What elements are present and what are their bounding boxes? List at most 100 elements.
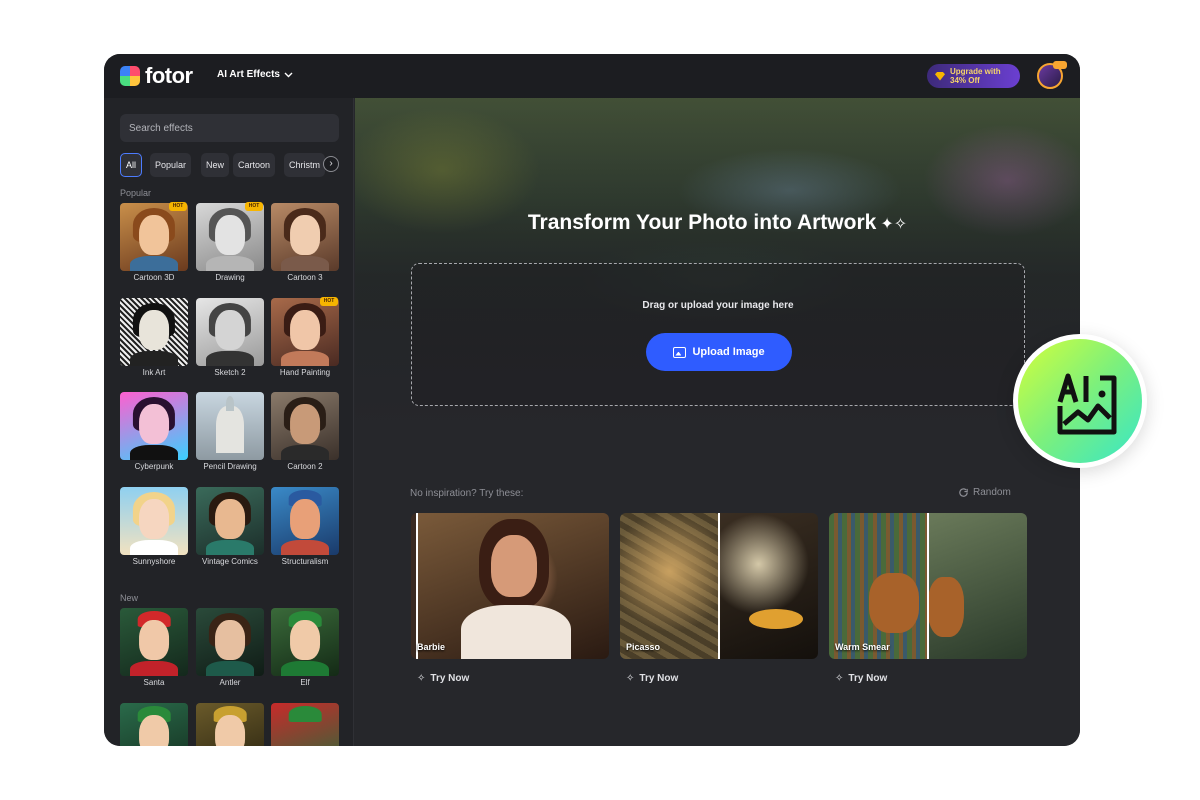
after-half xyxy=(719,513,818,659)
upload-image-button[interactable]: Upload Image xyxy=(646,333,792,371)
logo-icon xyxy=(120,66,140,86)
effect-hand-painting[interactable]: HOT Hand Painting xyxy=(271,297,339,377)
refresh-icon xyxy=(959,488,968,497)
random-button[interactable]: Random xyxy=(958,487,1011,498)
effect-thumbnail xyxy=(271,203,339,271)
app-window: fotor AI Art Effects Upgrade with 34% Of… xyxy=(104,54,1080,746)
effect-cyberpunk[interactable]: Cyberpunk xyxy=(120,392,188,471)
sample-label: Picasso xyxy=(626,642,661,652)
diamond-icon xyxy=(935,71,945,81)
sample-label: Barbie xyxy=(417,642,446,652)
effect-antler[interactable]: Antler xyxy=(196,608,264,687)
filter-chip-all[interactable]: All xyxy=(120,153,143,177)
hot-badge: HOT xyxy=(245,202,263,211)
filter-chip-christmas[interactable]: Christm xyxy=(284,153,325,177)
effect-name: Santa xyxy=(143,678,165,687)
effect-thumbnail xyxy=(120,608,188,676)
upload-dropzone[interactable]: Drag or upload your image here Upload Im… xyxy=(411,263,1025,406)
sample-card-picasso[interactable]: Picasso xyxy=(620,513,818,659)
effects-sidebar: All Popular New Cartoon Christm › Popula… xyxy=(104,98,354,746)
effect-name: Sketch 2 xyxy=(214,368,246,377)
effect-thumbnail xyxy=(196,392,264,460)
sample-card-warm-smear[interactable]: Warm Smear xyxy=(829,513,1027,659)
effect-thumbnail xyxy=(271,392,339,460)
magic-wand-icon: ✧ xyxy=(835,673,844,684)
effect-card[interactable] xyxy=(120,703,188,746)
effect-thumbnail xyxy=(120,298,188,366)
upgrade-label: Upgrade with 34% Off xyxy=(950,67,1001,85)
try-now-label: Try Now xyxy=(639,673,679,684)
after-half xyxy=(417,513,609,659)
effect-name: Cartoon 2 xyxy=(287,462,323,471)
effect-sunnyshore[interactable]: Sunnyshore xyxy=(120,487,188,566)
effect-thumbnail xyxy=(120,392,188,460)
effect-name: Ink Art xyxy=(142,368,166,377)
filter-chip-popular[interactable]: Popular xyxy=(150,153,192,177)
effect-cartoon-3[interactable]: Cartoon 3 xyxy=(271,203,339,282)
filter-chips: All Popular New Cartoon Christm xyxy=(120,153,340,177)
try-now-button-barbie[interactable]: ✧ Try Now xyxy=(417,673,469,684)
try-now-button-picasso[interactable]: ✧ Try Now xyxy=(626,673,678,684)
drop-instructions: Drag or upload your image here xyxy=(642,300,794,311)
hot-badge: HOT xyxy=(169,202,187,211)
effect-sketch-2[interactable]: Sketch 2 xyxy=(196,298,264,377)
effect-structuralism[interactable]: Structuralism xyxy=(271,487,339,566)
inspiration-label: No inspiration? Try these: xyxy=(410,488,524,499)
sparkle-icon: ✦✧ xyxy=(880,216,908,233)
effect-name: Antler xyxy=(219,678,241,687)
effect-name: Sunnyshore xyxy=(132,557,176,566)
effect-thumbnail xyxy=(120,703,188,746)
effect-thumbnail xyxy=(196,298,264,366)
try-now-button-warm-smear[interactable]: ✧ Try Now xyxy=(835,673,887,684)
sample-card-barbie[interactable]: Barbie xyxy=(411,513,609,659)
effect-drawing[interactable]: HOT Drawing xyxy=(196,202,264,282)
effect-thumbnail xyxy=(271,487,339,555)
upgrade-button[interactable]: Upgrade with 34% Off xyxy=(927,64,1020,88)
effect-elf[interactable]: Elf xyxy=(271,608,339,687)
filter-chip-cartoon[interactable]: Cartoon xyxy=(233,153,276,177)
effect-thumbnail xyxy=(271,703,339,746)
compare-divider xyxy=(416,513,418,659)
effect-thumbnail xyxy=(196,203,264,271)
hero-title-text: Transform Your Photo into Artwork xyxy=(527,211,877,234)
effect-thumbnail xyxy=(120,487,188,555)
effect-thumbnail xyxy=(271,608,339,676)
before-half xyxy=(620,513,719,659)
upload-label: Upload Image xyxy=(692,346,765,358)
effect-card[interactable] xyxy=(196,703,264,746)
effect-name: Pencil Drawing xyxy=(203,462,257,471)
top-bar: fotor AI Art Effects Upgrade with 34% Of… xyxy=(104,54,1080,98)
menu-label: AI Art Effects xyxy=(217,69,280,80)
fotor-logo[interactable]: fotor xyxy=(120,63,193,88)
effect-thumbnail xyxy=(120,203,188,271)
hot-badge: HOT xyxy=(320,297,338,306)
new-section-title: New xyxy=(120,593,139,603)
effect-name: Elf xyxy=(300,678,310,687)
compare-divider xyxy=(718,513,720,659)
effect-name: Hand Painting xyxy=(279,368,331,377)
effect-vintage-comics[interactable]: Vintage Comics xyxy=(196,487,264,566)
magic-wand-icon: ✧ xyxy=(417,673,426,684)
search-input[interactable] xyxy=(120,114,339,142)
chevron-down-icon xyxy=(284,72,293,77)
effect-thumbnail xyxy=(271,298,339,366)
effect-cartoon-2[interactable]: Cartoon 2 xyxy=(271,392,339,471)
effect-pencil-drawing[interactable]: Pencil Drawing xyxy=(196,392,264,471)
effect-name: Cyberpunk xyxy=(134,462,174,471)
effect-card[interactable] xyxy=(271,703,339,746)
ai-art-effects-menu[interactable]: AI Art Effects xyxy=(217,69,293,80)
ai-image-icon xyxy=(1057,373,1117,435)
effect-name: Structuralism xyxy=(281,557,329,566)
logo-text: fotor xyxy=(145,63,193,88)
effect-name: Vintage Comics xyxy=(202,557,258,566)
chevron-right-icon[interactable]: › xyxy=(323,156,339,172)
effect-santa[interactable]: Santa xyxy=(120,608,188,687)
effect-cartoon-3d[interactable]: HOT Cartoon 3D xyxy=(120,202,188,282)
random-label: Random xyxy=(973,487,1011,498)
after-half xyxy=(928,513,1027,659)
effect-ink-art[interactable]: Ink Art xyxy=(120,298,188,377)
filter-chip-new[interactable]: New xyxy=(201,153,230,177)
image-icon xyxy=(673,346,687,358)
popular-section-title: Popular xyxy=(120,188,152,198)
effect-thumbnail xyxy=(196,608,264,676)
